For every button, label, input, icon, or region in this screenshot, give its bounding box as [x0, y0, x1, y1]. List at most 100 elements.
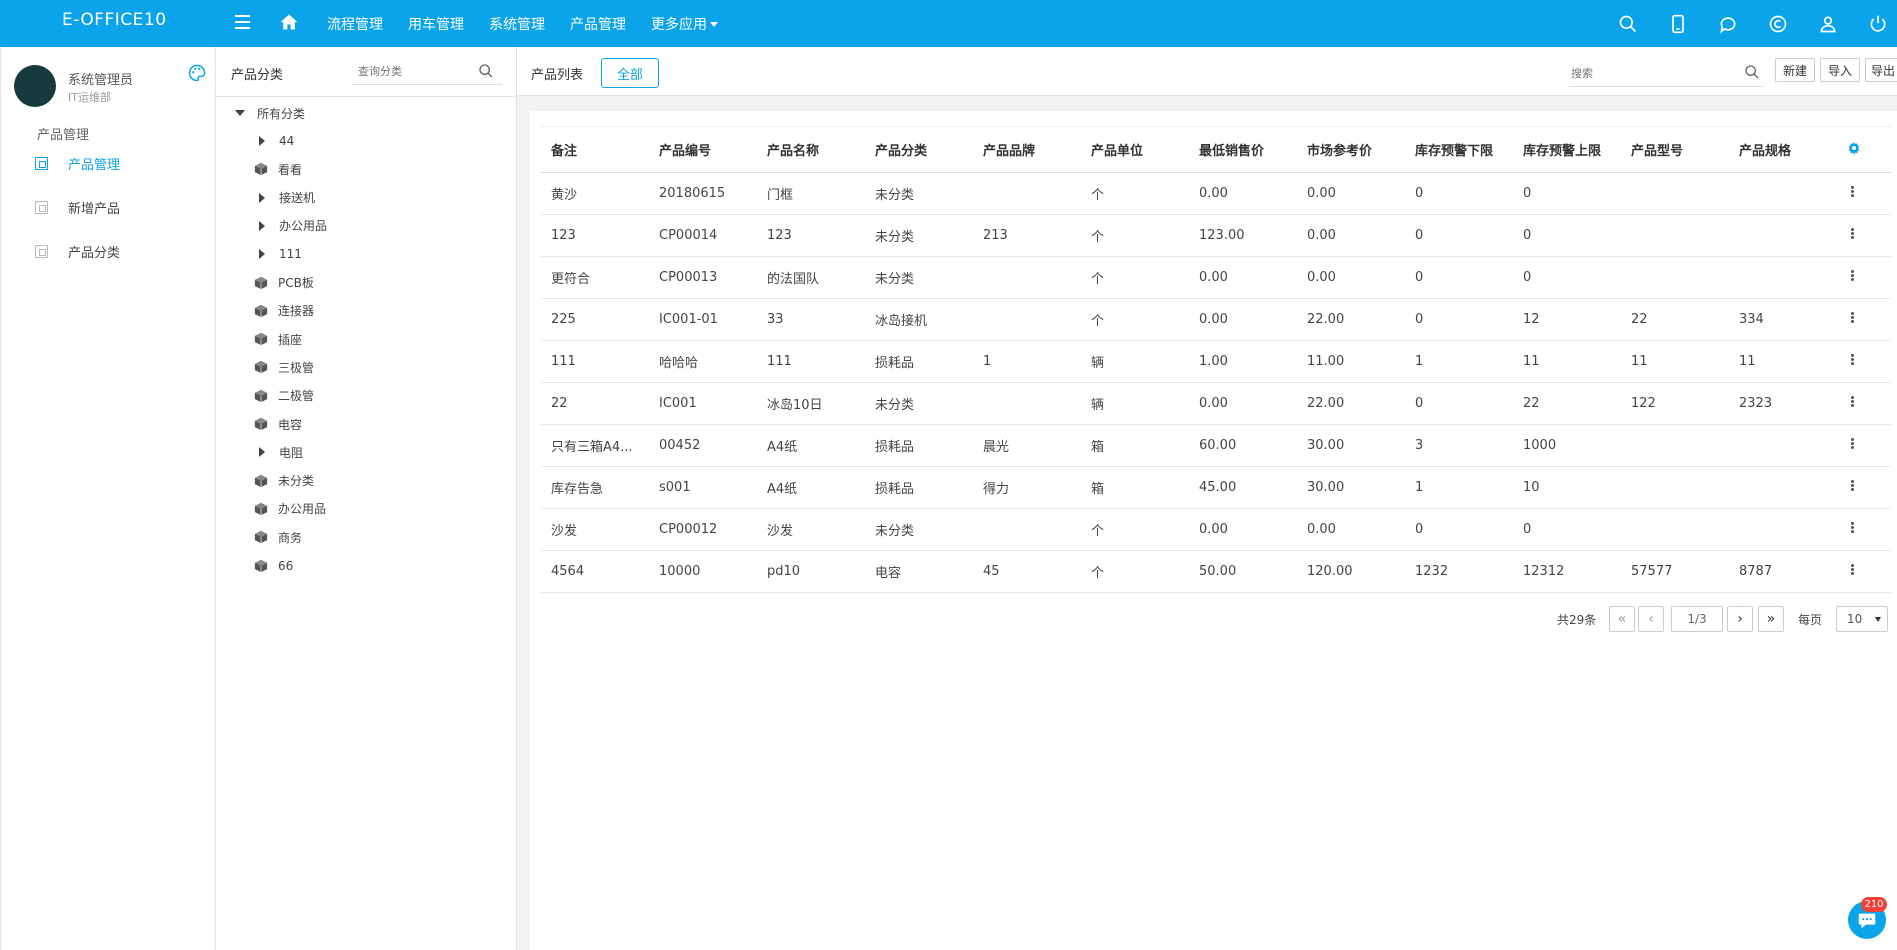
avatar[interactable] — [14, 65, 56, 107]
table-row[interactable]: 更符合 CP00013 的法国队 未分类个 0.00 0.00 0 0 — [541, 256, 1891, 299]
table-cell: 得力 — [973, 466, 1081, 509]
next-page-button[interactable]: › — [1727, 606, 1753, 632]
tree-item[interactable]: 111 — [259, 244, 302, 264]
table-row[interactable]: 225 IC001-01 33 冰岛接机 个 0.00 22.00 0 12 22 334 — [541, 298, 1891, 341]
table-row[interactable]: 123 CP00014 123 未分类 213 个 123.00 0.00 0 0 — [541, 214, 1891, 257]
search-icon[interactable] — [1744, 64, 1760, 80]
table-row[interactable]: 库存告急 s001 A4纸 损耗品 得力箱 45.00 30.00 1 10 — [541, 466, 1891, 509]
column-header[interactable]: 产品分类 — [865, 126, 973, 173]
search-icon[interactable] — [1617, 13, 1639, 35]
prev-page-button[interactable]: ‹ — [1638, 606, 1664, 632]
column-header[interactable]: 最低销售价 — [1189, 126, 1297, 173]
column-header[interactable]: 市场参考价 — [1297, 126, 1405, 173]
more-vertical-icon[interactable] — [1851, 438, 1854, 449]
nav-item-workflow[interactable]: 流程管理 — [327, 14, 383, 34]
table-cell: 冰岛10日 — [757, 382, 865, 425]
search-icon[interactable] — [478, 63, 494, 79]
per-page-select[interactable]: 10 — [1836, 606, 1888, 632]
hamburger-menu-icon[interactable] — [232, 11, 254, 33]
palette-icon[interactable] — [187, 63, 207, 83]
user-icon[interactable] — [1817, 13, 1839, 35]
tree-item[interactable]: 看看 — [254, 159, 302, 179]
more-vertical-icon[interactable] — [1851, 480, 1854, 491]
more-vertical-icon[interactable] — [1851, 354, 1854, 365]
more-vertical-icon[interactable] — [1851, 186, 1854, 197]
table-cell — [1729, 214, 1837, 257]
tree-item[interactable]: 44 — [259, 131, 294, 151]
nav-item-more[interactable]: 更多应用 — [651, 14, 718, 34]
more-vertical-icon[interactable] — [1851, 396, 1854, 407]
brand-logo[interactable]: E-OFFICE10 — [62, 10, 167, 30]
table-row[interactable]: 4564 10000 pd10 电容 45 个 50.00 120.00 1232 12312 57… — [541, 550, 1891, 593]
table-cell: IC001-01 — [649, 298, 757, 341]
tree-item[interactable]: 电阻 — [259, 442, 303, 462]
chat-sync-icon[interactable] — [1717, 13, 1739, 35]
column-header[interactable]: 产品型号 — [1621, 126, 1729, 173]
table-cell: 未分类 — [865, 382, 973, 425]
tree-item[interactable]: 办公用品 — [259, 216, 327, 236]
tree-item-label: 办公用品 — [279, 219, 328, 234]
copyright-icon[interactable] — [1767, 13, 1789, 35]
tree-item-label: 111 — [279, 247, 302, 262]
nav-item-system[interactable]: 系统管理 — [489, 14, 545, 34]
table-row[interactable]: 只有三箱A4... 00452 A4纸 损耗品 晨光箱 60.00 30.00 3 1000 — [541, 424, 1891, 467]
column-header[interactable]: 产品单位 — [1081, 126, 1189, 173]
column-header[interactable]: 备注 — [541, 126, 649, 173]
tree-item[interactable]: 商务 — [254, 527, 302, 547]
row-actions — [1837, 382, 1891, 425]
home-icon[interactable] — [279, 12, 301, 34]
pagination: 共29条 « ‹ › » 每页 10 — [530, 606, 1897, 632]
last-page-button[interactable]: » — [1758, 606, 1784, 632]
nav-item-product[interactable]: 产品管理 — [570, 14, 626, 34]
tab-all[interactable]: 全部 — [601, 58, 659, 88]
more-vertical-icon[interactable] — [1851, 312, 1854, 323]
import-button[interactable]: 导入 — [1820, 58, 1860, 82]
table-cell: 30.00 — [1297, 424, 1405, 467]
column-header[interactable]: 产品品牌 — [973, 126, 1081, 173]
more-vertical-icon[interactable] — [1851, 228, 1854, 239]
table-row[interactable]: 沙发 CP00012 沙发 未分类个 0.00 0.00 0 0 — [541, 508, 1891, 551]
tree-item[interactable]: 二极管 — [254, 386, 314, 406]
more-vertical-icon[interactable] — [1851, 270, 1854, 281]
power-icon[interactable] — [1867, 13, 1889, 35]
table-cell: 箱 — [1081, 424, 1189, 467]
tree-item[interactable]: 未分类 — [254, 471, 314, 491]
export-button[interactable]: 导出 — [1865, 58, 1897, 82]
tree-item[interactable]: 66 — [254, 556, 293, 576]
tree-item[interactable]: 三极管 — [254, 357, 314, 377]
column-header[interactable]: 库存预警下限 — [1405, 126, 1513, 173]
column-header[interactable]: 产品编号 — [649, 126, 757, 173]
column-settings[interactable] — [1837, 126, 1891, 173]
product-search-input[interactable] — [1569, 61, 1763, 87]
tree-root[interactable]: 所有分类 — [235, 103, 305, 123]
table-row[interactable]: 22 IC001 冰岛10日 未分类辆 0.00 22.00 0 22 122 2323 — [541, 382, 1891, 425]
mobile-icon[interactable] — [1667, 13, 1689, 35]
table-cell: 0 — [1405, 214, 1513, 257]
table-row[interactable]: 111 哈哈哈 111 损耗品 1 辆 1.00 11.00 1 11 11 11 — [541, 340, 1891, 383]
tree-item[interactable]: 插座 — [254, 329, 302, 349]
page-number-input[interactable] — [1671, 606, 1723, 632]
sidebar-item-product-category[interactable]: 产品分类 — [35, 240, 120, 262]
sidebar-item-product-management[interactable]: 产品管理 — [35, 152, 120, 174]
sidebar-item-new-product[interactable]: 新增产品 — [35, 196, 120, 218]
table-cell: 33 — [757, 298, 865, 341]
nav-item-vehicle[interactable]: 用车管理 — [408, 14, 464, 34]
table-cell: 213 — [973, 214, 1081, 257]
column-header[interactable]: 库存预警上限 — [1513, 126, 1621, 173]
more-vertical-icon[interactable] — [1851, 522, 1854, 533]
column-header[interactable]: 产品名称 — [757, 126, 865, 173]
more-vertical-icon[interactable] — [1851, 564, 1854, 575]
tree-item[interactable]: 接送机 — [259, 188, 315, 208]
cube-icon — [254, 502, 268, 516]
new-button[interactable]: 新建 — [1775, 58, 1815, 82]
gear-icon[interactable] — [1847, 141, 1861, 155]
first-page-button[interactable]: « — [1609, 606, 1635, 632]
tree-item[interactable]: PCB板 — [254, 273, 314, 293]
tree-item[interactable]: 连接器 — [254, 301, 314, 321]
sidebar-item-label: 新增产品 — [68, 201, 121, 217]
tree-item[interactable]: 办公用品 — [254, 499, 326, 519]
table-row[interactable]: 黄沙 20180615 门框 未分类个 0.00 0.00 0 0 — [541, 172, 1891, 215]
table-cell: 11 — [1621, 340, 1729, 383]
tree-item[interactable]: 电容 — [254, 414, 302, 434]
column-header[interactable]: 产品规格 — [1729, 126, 1837, 173]
